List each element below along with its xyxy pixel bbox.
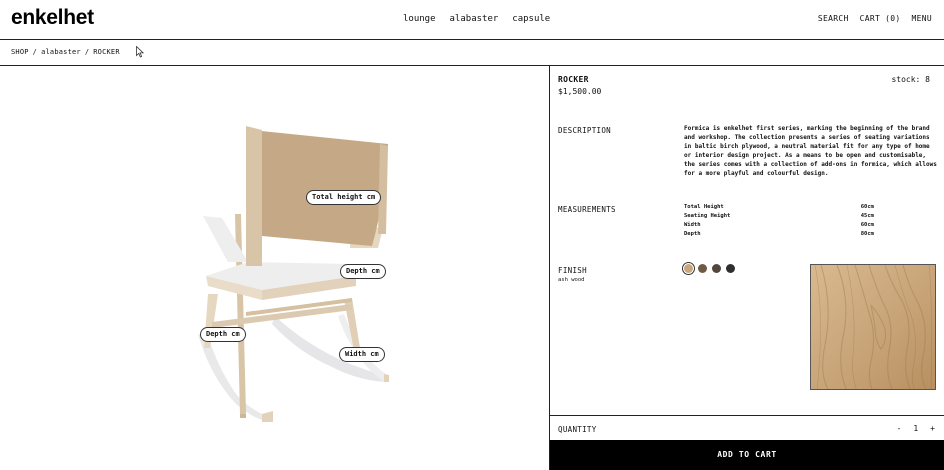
measurement-value: 80cm	[860, 231, 874, 237]
search-link[interactable]: SEARCH	[818, 14, 849, 23]
product-price: $1,500.00	[558, 87, 602, 96]
swatch-dark-brown[interactable]	[712, 264, 721, 273]
breadcrumb-product: ROCKER	[93, 48, 120, 56]
swatch-walnut[interactable]	[698, 264, 707, 273]
measurement-value: 60cm	[860, 204, 874, 210]
breadcrumb-collection[interactable]: alabaster	[41, 48, 81, 56]
wood-grain-texture	[811, 265, 935, 389]
quantity-value: 1	[913, 424, 919, 433]
measurement-name: Seating Height	[684, 213, 731, 219]
rocking-chair-model	[198, 126, 389, 422]
measurement-name: Width	[684, 222, 701, 228]
measurement-value: 60cm	[860, 222, 874, 228]
total-height-tag[interactable]: Total height cm	[306, 190, 382, 205]
product-name: ROCKER	[558, 75, 589, 84]
measurements-table: Total Height 60cm Seating Height 45cm Wi…	[684, 204, 874, 240]
breadcrumb-separator: /	[32, 48, 38, 56]
product-details-panel: ROCKER $1,500.00 stock: 8 DESCRIPTION Fo…	[550, 66, 944, 470]
mouse-cursor-icon	[136, 46, 144, 58]
quantity-increase-button[interactable]: +	[930, 424, 935, 433]
swatch-ash[interactable]	[684, 264, 693, 273]
cart-link[interactable]: CART (0)	[860, 14, 901, 23]
quantity-label: QUANTITY	[558, 425, 597, 434]
measurement-row: Seating Height 45cm	[684, 213, 874, 222]
nav-item-lounge[interactable]: lounge	[403, 14, 436, 24]
breadcrumb-shop[interactable]: SHOP	[11, 48, 29, 56]
depth-tag-right[interactable]: Depth cm	[340, 264, 386, 279]
swatch-charcoal[interactable]	[726, 264, 735, 273]
measurement-value: 45cm	[860, 213, 874, 219]
quantity-bar: QUANTITY - 1 +	[550, 415, 944, 440]
depth-tag-left[interactable]: Depth cm	[200, 327, 246, 342]
quantity-stepper: - 1 +	[897, 424, 935, 433]
measurement-row: Total Height 60cm	[684, 204, 874, 213]
width-tag[interactable]: Width cm	[339, 347, 385, 362]
description-label: DESCRIPTION	[558, 126, 611, 135]
measurement-row: Depth 80cm	[684, 231, 874, 240]
stock-count: stock: 8	[891, 75, 930, 84]
measurement-name: Depth	[684, 231, 701, 237]
breadcrumb-separator: /	[84, 48, 90, 56]
breadcrumb: SHOP / alabaster / ROCKER	[11, 48, 120, 56]
brand-logo[interactable]: enkelhet	[11, 6, 94, 30]
measurements-label: MEASUREMENTS	[558, 205, 616, 214]
measurement-row: Width 60cm	[684, 222, 874, 231]
finish-selected-name: ash wood	[558, 277, 585, 283]
finish-wood-preview	[810, 264, 936, 390]
finish-label: FINISH	[558, 266, 587, 275]
main-nav: lounge alabaster capsule	[403, 14, 550, 24]
nav-item-capsule[interactable]: capsule	[512, 14, 550, 24]
finish-swatches	[684, 264, 735, 273]
nav-item-alabaster[interactable]: alabaster	[450, 14, 499, 24]
measurement-name: Total Height	[684, 204, 724, 210]
add-to-cart-button[interactable]: ADD TO CART	[550, 440, 944, 470]
header-actions: SEARCH CART (0) MENU	[818, 14, 932, 23]
product-3d-viewer[interactable]: Total height cm Depth cm Depth cm Width …	[0, 66, 549, 470]
menu-link[interactable]: MENU	[912, 14, 932, 23]
description-text: Formica is enkelhet first series, markin…	[684, 125, 937, 177]
quantity-decrease-button[interactable]: -	[897, 424, 902, 433]
site-header: enkelhet lounge alabaster capsule SEARCH…	[0, 0, 944, 40]
